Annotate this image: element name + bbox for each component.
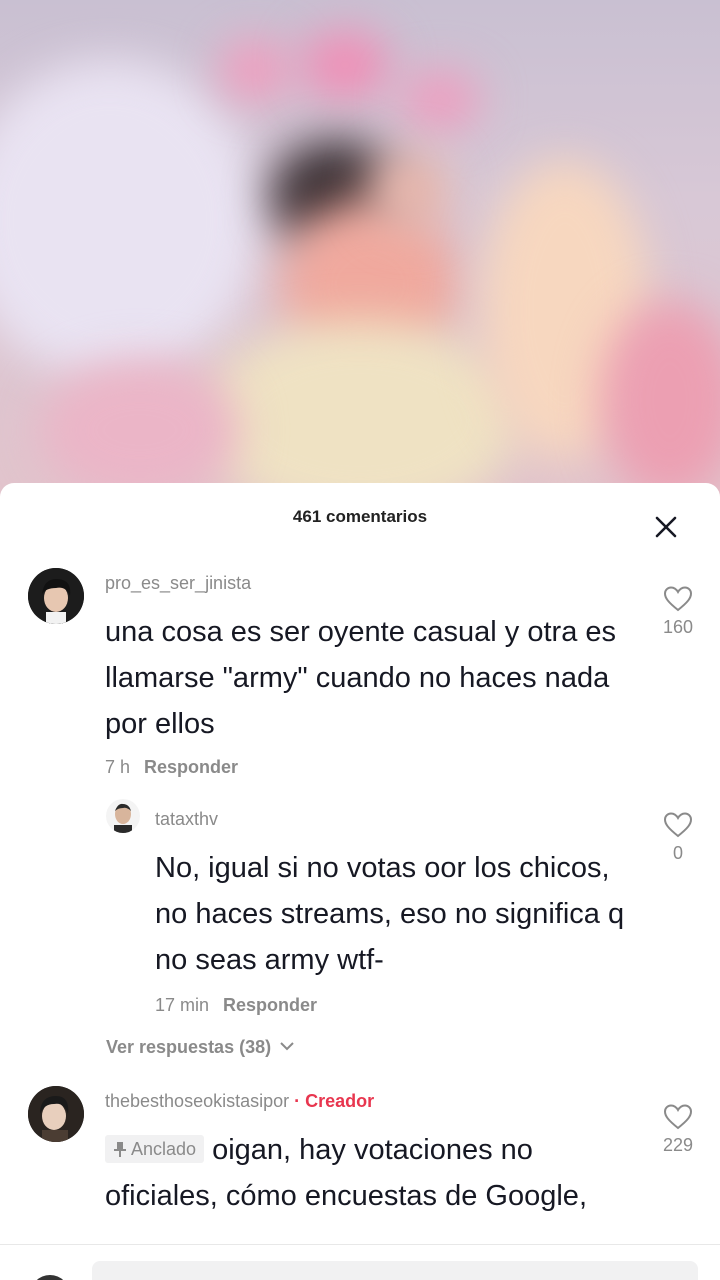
- like-count: 160: [662, 617, 694, 637]
- comments-sheet: 461 comentarios pro_es_ser_jinista una c…: [0, 483, 720, 1280]
- reply-username[interactable]: tataxthv: [155, 809, 218, 830]
- reply-button[interactable]: Responder: [223, 995, 317, 1015]
- comment-username[interactable]: thebesthoseokistasipor · Creador: [105, 1091, 374, 1112]
- creator-badge: · Creador: [294, 1091, 375, 1111]
- comment-time: 7 h: [105, 757, 131, 777]
- like-count: 229: [662, 1135, 694, 1155]
- reply-button[interactable]: Responder: [144, 757, 238, 777]
- heart-icon[interactable]: [663, 811, 693, 839]
- pinned-badge: Anclado: [105, 1135, 205, 1163]
- reply-meta: 17 min Responder: [155, 995, 317, 1016]
- comment-meta: 7 h Responder: [105, 757, 238, 778]
- pinned-label: Anclado: [131, 1139, 197, 1159]
- comment-count: 461 comentarios: [292, 507, 428, 526]
- comment-text: una cosa es ser oyente casual y otra es …: [105, 616, 617, 740]
- view-replies-label: Ver respuestas (38): [106, 1037, 272, 1057]
- avatar[interactable]: [28, 568, 84, 624]
- like-button[interactable]: 229: [648, 1103, 708, 1156]
- comment-input[interactable]: [92, 1261, 698, 1280]
- comment-username[interactable]: pro_es_ser_jinista: [105, 573, 251, 594]
- comment-input-bar: [0, 1244, 720, 1280]
- reply-time: 17 min: [155, 995, 210, 1015]
- comments-header: 461 comentarios: [0, 483, 720, 549]
- chevron-down-icon: [280, 1042, 294, 1051]
- like-count: 0: [672, 843, 683, 863]
- pin-icon: [114, 1142, 126, 1157]
- reply-like-button[interactable]: 0: [648, 811, 708, 864]
- creator-username[interactable]: thebesthoseokistasipor: [105, 1091, 289, 1111]
- like-button[interactable]: 160: [648, 585, 708, 638]
- view-replies-button[interactable]: Ver respuestas (38): [106, 1037, 296, 1058]
- avatar: [30, 1275, 70, 1280]
- heart-icon[interactable]: [663, 585, 693, 613]
- avatar[interactable]: [106, 799, 140, 833]
- heart-icon[interactable]: [663, 1103, 693, 1131]
- comment-text: Anclado oigan, hay votaciones no oficiale…: [105, 1127, 625, 1223]
- video-background[interactable]: [0, 0, 720, 500]
- reply-text: No, igual si no votas oor los chicos, no…: [155, 852, 625, 976]
- close-icon[interactable]: [652, 513, 680, 541]
- avatar[interactable]: [28, 1086, 84, 1142]
